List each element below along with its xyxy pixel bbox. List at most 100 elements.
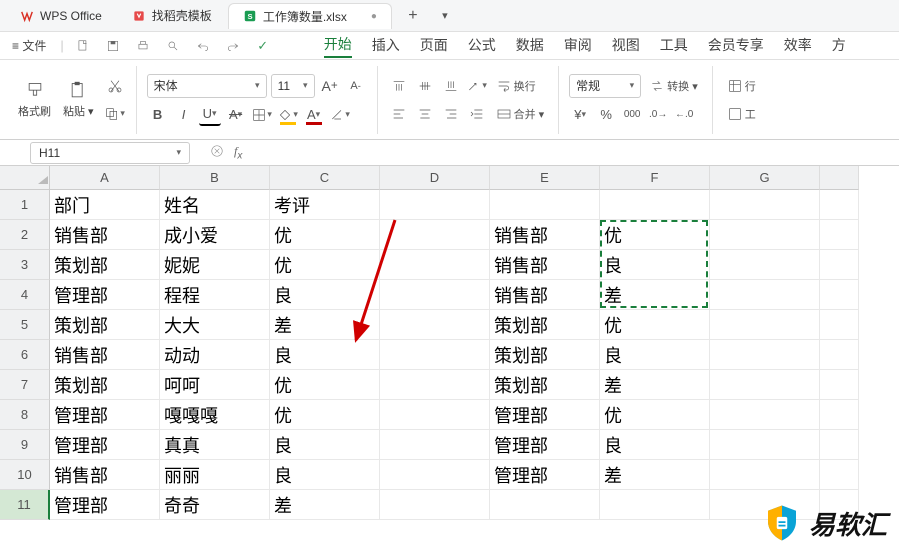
merge-button[interactable]: 合并 ▾ xyxy=(492,103,549,125)
cell-C4[interactable]: 良 xyxy=(270,280,380,310)
cell-G4[interactable] xyxy=(710,280,820,310)
formula-input[interactable] xyxy=(252,145,752,159)
cell-1[interactable] xyxy=(820,190,859,220)
decrease-font-icon[interactable]: A- xyxy=(345,75,367,97)
cell-F7[interactable]: 差 xyxy=(600,370,710,400)
cell-E4[interactable]: 销售部 xyxy=(490,280,600,310)
col-header-A[interactable]: A xyxy=(50,166,160,190)
cell-D1[interactable] xyxy=(380,190,490,220)
tab-current-file[interactable]: S 工作簿数量.xlsx ● xyxy=(228,3,392,29)
fill-color-icon[interactable]: ▾ xyxy=(277,104,299,126)
cell-F3[interactable]: 良 xyxy=(600,250,710,280)
cell-G9[interactable] xyxy=(710,430,820,460)
percent-icon[interactable]: % xyxy=(595,104,617,126)
cell-C2[interactable]: 优 xyxy=(270,220,380,250)
cell-F9[interactable]: 良 xyxy=(600,430,710,460)
row-header-10[interactable]: 10 xyxy=(0,460,50,490)
cell-A3[interactable]: 策划部 xyxy=(50,250,160,280)
ribbon-tab-efficiency[interactable]: 效率 xyxy=(784,35,812,57)
cell-10[interactable] xyxy=(820,460,859,490)
cell-B7[interactable]: 呵呵 xyxy=(160,370,270,400)
save-icon[interactable] xyxy=(102,35,124,57)
worksheet-button[interactable]: 工 xyxy=(723,103,760,125)
cell-D7[interactable] xyxy=(380,370,490,400)
copy-icon[interactable]: ▾ xyxy=(104,103,126,125)
bold-icon[interactable]: B xyxy=(147,104,169,126)
cell-C10[interactable]: 良 xyxy=(270,460,380,490)
cell-D3[interactable] xyxy=(380,250,490,280)
preview-icon[interactable] xyxy=(162,35,184,57)
ribbon-tab-member[interactable]: 会员专享 xyxy=(708,35,764,57)
ribbon-tab-start[interactable]: 开始 xyxy=(324,34,352,58)
cell-E7[interactable]: 策划部 xyxy=(490,370,600,400)
ribbon-tab-tools[interactable]: 工具 xyxy=(660,35,688,57)
align-top-icon[interactable] xyxy=(388,75,410,97)
font-name-select[interactable]: 宋体▾ xyxy=(147,74,267,98)
clear-format-icon[interactable]: ▾ xyxy=(329,104,351,126)
cell-A1[interactable]: 部门 xyxy=(50,190,160,220)
cell-6[interactable] xyxy=(820,340,859,370)
fx-icon[interactable]: fx xyxy=(234,144,242,161)
align-bottom-icon[interactable] xyxy=(440,75,462,97)
cell-A6[interactable]: 销售部 xyxy=(50,340,160,370)
file-menu[interactable]: ≡ 文件 xyxy=(6,35,52,56)
cell-8[interactable] xyxy=(820,400,859,430)
cell-D2[interactable] xyxy=(380,220,490,250)
cell-G3[interactable] xyxy=(710,250,820,280)
cell-A10[interactable]: 销售部 xyxy=(50,460,160,490)
align-right-icon[interactable] xyxy=(440,103,462,125)
cell-C6[interactable]: 良 xyxy=(270,340,380,370)
cell-G6[interactable] xyxy=(710,340,820,370)
cut-icon[interactable] xyxy=(104,75,126,97)
cell-G8[interactable] xyxy=(710,400,820,430)
currency-icon[interactable]: ¥ ▾ xyxy=(569,104,591,126)
cell-5[interactable] xyxy=(820,310,859,340)
select-all-corner[interactable] xyxy=(0,166,50,190)
cell-F5[interactable]: 优 xyxy=(600,310,710,340)
number-format-select[interactable]: 常规▾ xyxy=(569,74,641,98)
row-header-1[interactable]: 1 xyxy=(0,190,50,220)
ribbon-tab-more[interactable]: 方 xyxy=(832,35,846,57)
cell-E11[interactable] xyxy=(490,490,600,520)
cancel-fx-icon[interactable] xyxy=(210,144,224,161)
cell-C1[interactable]: 考评 xyxy=(270,190,380,220)
print-icon[interactable] xyxy=(132,35,154,57)
cell-E3[interactable]: 销售部 xyxy=(490,250,600,280)
cell-E10[interactable]: 管理部 xyxy=(490,460,600,490)
strikethrough-icon[interactable]: A▾ xyxy=(225,104,247,126)
orientation-icon[interactable]: ▾ xyxy=(466,75,488,97)
col-header-B[interactable]: B xyxy=(160,166,270,190)
cell-D11[interactable] xyxy=(380,490,490,520)
row-header-11[interactable]: 11 xyxy=(0,490,50,520)
ribbon-tab-view[interactable]: 视图 xyxy=(612,35,640,57)
row-header-8[interactable]: 8 xyxy=(0,400,50,430)
cell-D9[interactable] xyxy=(380,430,490,460)
row-header-3[interactable]: 3 xyxy=(0,250,50,280)
col-header-E[interactable]: E xyxy=(490,166,600,190)
border-icon[interactable]: ▾ xyxy=(251,104,273,126)
cell-C8[interactable]: 优 xyxy=(270,400,380,430)
cell-A11[interactable]: 管理部 xyxy=(50,490,160,520)
cell-B4[interactable]: 程程 xyxy=(160,280,270,310)
col-header-G[interactable]: G xyxy=(710,166,820,190)
cell-9[interactable] xyxy=(820,430,859,460)
tab-wps-home[interactable]: WPS Office xyxy=(6,3,116,29)
cell-3[interactable] xyxy=(820,250,859,280)
decrease-decimal-icon[interactable]: ←.0 xyxy=(673,104,695,126)
cell-B10[interactable]: 丽丽 xyxy=(160,460,270,490)
cell-A4[interactable]: 管理部 xyxy=(50,280,160,310)
col-header-F[interactable]: F xyxy=(600,166,710,190)
row-header-2[interactable]: 2 xyxy=(0,220,50,250)
cell-4[interactable] xyxy=(820,280,859,310)
cell-B3[interactable]: 妮妮 xyxy=(160,250,270,280)
cell-F11[interactable] xyxy=(600,490,710,520)
wrap-text-button[interactable]: 换行 xyxy=(492,75,540,97)
ribbon-tab-insert[interactable]: 插入 xyxy=(372,35,400,57)
cell-B2[interactable]: 成小爱 xyxy=(160,220,270,250)
cell-G1[interactable] xyxy=(710,190,820,220)
col-header-D[interactable]: D xyxy=(380,166,490,190)
cell-B8[interactable]: 嘎嘎嘎 xyxy=(160,400,270,430)
italic-icon[interactable]: I xyxy=(173,104,195,126)
tab-list-button[interactable]: ▾ xyxy=(434,5,456,27)
redo-icon[interactable] xyxy=(222,35,244,57)
